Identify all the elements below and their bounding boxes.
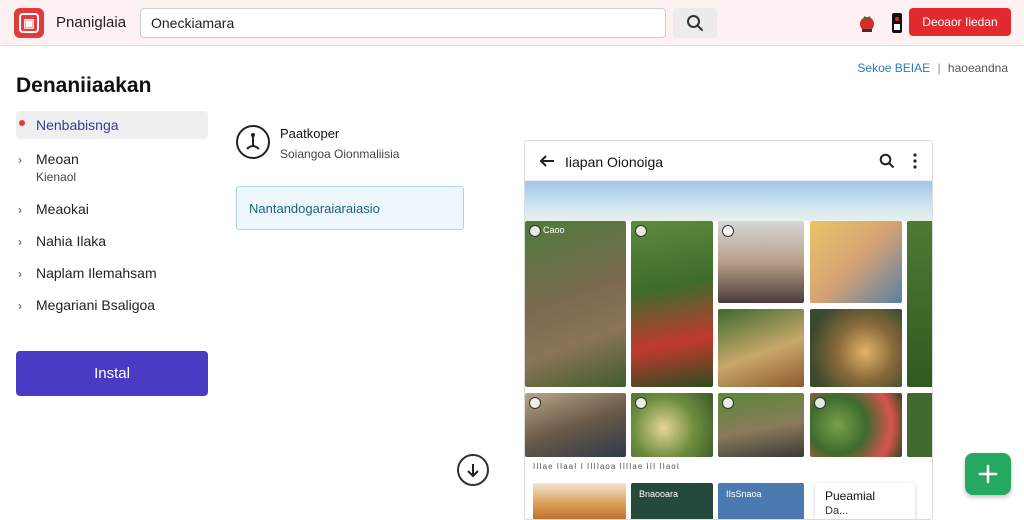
media-tile[interactable] bbox=[907, 221, 932, 387]
badge-icon bbox=[722, 397, 734, 409]
sidebar-item-2[interactable]: › Meaokai bbox=[16, 193, 208, 225]
media-tile[interactable]: Caoo bbox=[525, 221, 626, 387]
top-right-secondary-link[interactable]: haoeandna bbox=[948, 61, 1008, 75]
badge-icon bbox=[529, 397, 541, 409]
badge-icon bbox=[635, 397, 647, 409]
media-tile[interactable]: IIsSnaoa bbox=[718, 483, 804, 519]
sidebar-nav: Nenbabisnga › Meoan Kienaol › Meaokai › … bbox=[16, 111, 208, 321]
sidebar-item-4[interactable]: › Naplam Ilemahsam bbox=[16, 257, 208, 289]
top-right-links: Sekoe BEIAE | haoeandna bbox=[857, 61, 1008, 75]
media-tile[interactable] bbox=[718, 309, 804, 387]
profile-avatar-icon[interactable] bbox=[236, 125, 270, 159]
sidebar-item-label: Megariani Bsaligoa bbox=[36, 297, 156, 313]
phone-hero-sky bbox=[525, 181, 932, 221]
active-marker-icon bbox=[19, 120, 25, 126]
app-title: Pnaniglaia bbox=[56, 14, 127, 31]
notice-box[interactable]: Nantandogaraiaraiasio bbox=[236, 186, 464, 230]
tomato-icon[interactable] bbox=[856, 10, 878, 36]
profile-name: Paatkoper bbox=[280, 126, 340, 141]
sidebar-item-label: Meaokai bbox=[36, 201, 89, 217]
caption-strip: IIIae IIaaI I IIIIaoa IIIIae III IIaoI bbox=[533, 462, 680, 471]
tile-label: IIsSnaoa bbox=[726, 489, 762, 499]
overlay-card[interactable]: Pueamial Da... bbox=[815, 483, 915, 519]
page-title: Denaniiaakan bbox=[16, 74, 152, 97]
primary-action-button[interactable]: Deoaor Iiedan bbox=[909, 8, 1011, 36]
speaker-icon[interactable] bbox=[886, 10, 908, 36]
sidebar-item-label: Meoan bbox=[36, 151, 79, 167]
arrow-down-icon bbox=[467, 464, 479, 478]
sidebar-item-sublabel: Kienaol bbox=[36, 170, 77, 184]
badge-icon bbox=[814, 397, 826, 409]
install-button[interactable]: Instal bbox=[16, 351, 208, 396]
media-tile[interactable] bbox=[525, 393, 626, 457]
arrow-left-icon[interactable] bbox=[537, 151, 557, 171]
media-tile[interactable]: Bnaooara bbox=[631, 483, 713, 519]
search-icon bbox=[687, 15, 703, 31]
phone-header: Iiapan Oionoiga bbox=[525, 141, 932, 181]
tile-badge-text: Caoo bbox=[543, 225, 565, 235]
chevron-right-icon: › bbox=[18, 153, 22, 167]
sidebar-item-1[interactable]: › Meoan Kienaol bbox=[16, 143, 208, 193]
phone-title: Iiapan Oionoiga bbox=[565, 154, 664, 170]
sidebar-item-label: Nenbabisnga bbox=[36, 117, 119, 133]
logo-mark: ▣ bbox=[19, 13, 39, 33]
sidebar-item-label: Naplam Ilemahsam bbox=[36, 265, 157, 281]
overlay-card-title: Pueamial bbox=[825, 489, 876, 503]
chevron-right-icon: › bbox=[18, 299, 22, 313]
badge-icon bbox=[635, 225, 647, 237]
logo-icon[interactable]: ▣ bbox=[14, 8, 44, 38]
media-tile[interactable] bbox=[533, 483, 626, 519]
search-icon[interactable] bbox=[877, 151, 897, 171]
tile-label: Bnaooara bbox=[639, 489, 679, 499]
chevron-right-icon: › bbox=[18, 203, 22, 217]
more-vertical-icon[interactable] bbox=[907, 151, 923, 171]
search-button[interactable] bbox=[673, 8, 717, 38]
sidebar-item-0[interactable]: Nenbabisnga bbox=[16, 111, 208, 139]
media-tile[interactable] bbox=[810, 221, 902, 303]
plus-icon bbox=[978, 464, 998, 484]
media-tile[interactable] bbox=[718, 221, 804, 303]
phone-preview: Iiapan Oionoiga Caoo Bnaooara IIsSnaoa I… bbox=[524, 140, 933, 520]
media-tile[interactable] bbox=[810, 393, 902, 457]
top-bar: ▣ Pnaniglaia Deoaor Iiedan bbox=[0, 0, 1024, 46]
media-tile[interactable] bbox=[631, 221, 713, 387]
chevron-right-icon: › bbox=[18, 235, 22, 249]
scroll-down-button[interactable] bbox=[457, 454, 489, 486]
media-tile[interactable] bbox=[631, 393, 713, 457]
top-right-link[interactable]: Sekoe BEIAE bbox=[857, 61, 930, 75]
sidebar-item-3[interactable]: › Nahia Ilaka bbox=[16, 225, 208, 257]
separator: | bbox=[937, 61, 941, 75]
search-input[interactable] bbox=[140, 8, 666, 38]
sidebar-item-5[interactable]: › Megariani Bsaligoa bbox=[16, 289, 208, 321]
chevron-right-icon: › bbox=[18, 267, 22, 281]
media-tile[interactable] bbox=[810, 309, 902, 387]
sidebar-item-label: Nahia Ilaka bbox=[36, 233, 107, 249]
profile-subtitle: Soiangoa Oionmaliisia bbox=[280, 147, 400, 161]
badge-icon bbox=[722, 225, 734, 237]
media-tile[interactable] bbox=[718, 393, 804, 457]
badge-icon bbox=[529, 225, 541, 237]
overlay-card-subtitle: Da... bbox=[825, 505, 849, 517]
media-tile[interactable] bbox=[907, 393, 932, 457]
add-button[interactable] bbox=[965, 453, 1011, 495]
